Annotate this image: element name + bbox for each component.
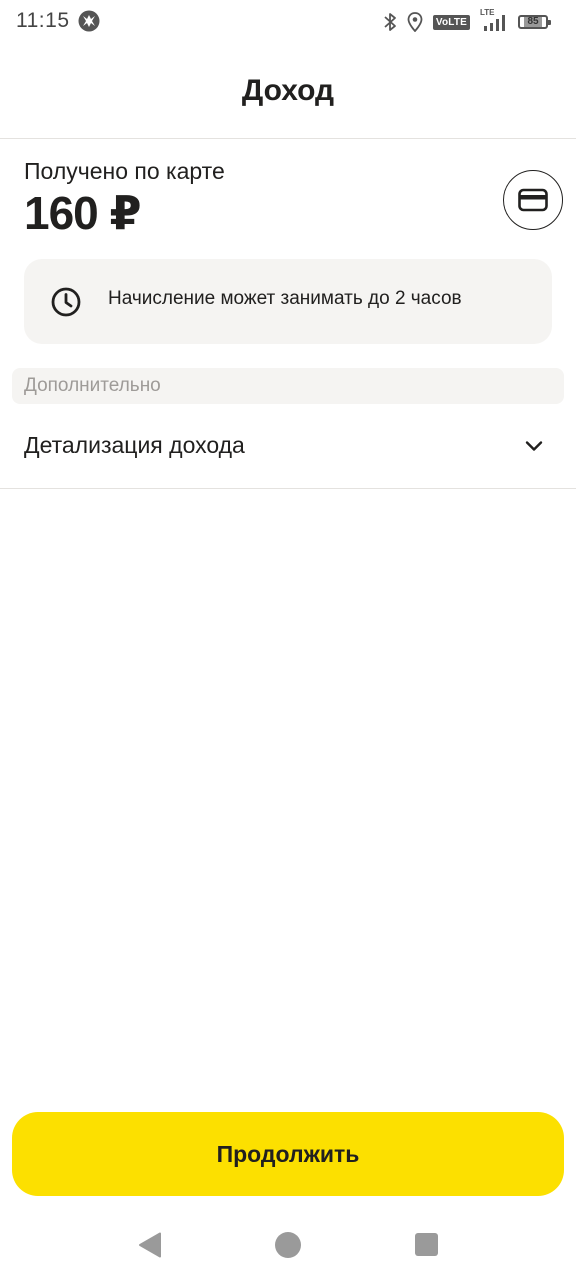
status-time: 11:15 <box>16 9 70 32</box>
section-title: Дополнительно <box>24 375 161 396</box>
app-notification-icon <box>78 10 100 32</box>
chevron-down-icon <box>525 441 543 451</box>
page-title: Доход <box>241 74 335 107</box>
back-icon[interactable] <box>138 1232 162 1258</box>
home-icon[interactable] <box>275 1232 301 1258</box>
continue-button[interactable]: Продолжить <box>12 1112 564 1196</box>
info-text: Начисление может занимать до 2 часов <box>108 288 462 309</box>
header: Доход <box>0 44 576 139</box>
signal-icon <box>484 15 505 31</box>
recents-icon[interactable] <box>415 1233 438 1256</box>
income-details-row[interactable]: Детализация дохода <box>0 404 576 489</box>
navigation-bar <box>0 1210 576 1280</box>
bluetooth-icon <box>384 13 396 31</box>
battery-icon: 85 <box>518 15 551 29</box>
volte-badge: VoLTE <box>432 14 470 30</box>
card-button[interactable] <box>503 170 563 230</box>
section-header: Дополнительно <box>12 368 564 404</box>
info-banner: Начисление может занимать до 2 часов <box>24 259 552 344</box>
status-bar: 11:15 VoLTE LTE 85 <box>0 0 576 44</box>
income-details-label: Детализация дохода <box>24 432 245 458</box>
income-amount: 160 ₽ <box>24 187 142 239</box>
battery-level: 85 <box>524 17 542 27</box>
screen: 11:15 VoLTE LTE 85 Доход Получено по кар… <box>0 0 576 1280</box>
clock-icon <box>51 287 81 317</box>
income-label: Получено по карте <box>24 158 225 184</box>
signal-indicator: LTE <box>480 8 508 32</box>
status-icons: VoLTE LTE 85 <box>383 8 551 34</box>
credit-card-icon <box>518 188 548 212</box>
location-icon <box>407 12 423 32</box>
